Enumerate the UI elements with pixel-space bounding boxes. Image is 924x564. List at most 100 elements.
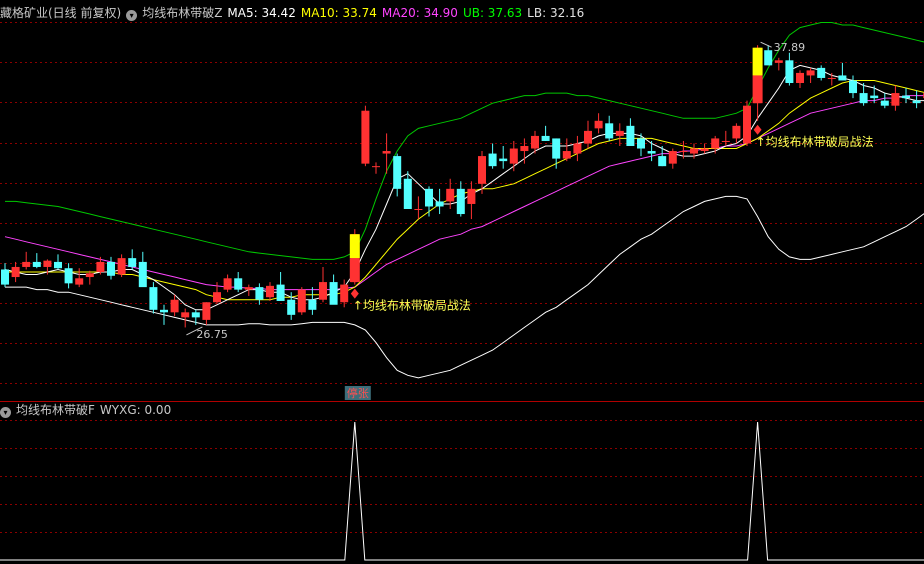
signal-bar-bottom [752, 75, 763, 104]
candle [435, 188, 444, 215]
candle [552, 138, 561, 169]
candle [647, 140, 656, 162]
dropdown-icon[interactable]: ▾ [126, 10, 138, 21]
candle [96, 256, 105, 275]
candle [276, 272, 285, 301]
low-price-label: 26.75 [196, 328, 228, 341]
candle [308, 287, 317, 315]
wyxg-value: WYXG: 0.00 [99, 403, 172, 417]
candle [573, 135, 582, 162]
main-header: 藏格矿业(日线 前复权) ▾ 均线布林带破Z MA5: 34.42 MA10: 33.7… [0, 4, 589, 22]
candle [32, 253, 41, 269]
candle [11, 261, 20, 283]
candle [774, 57, 783, 71]
candle [456, 181, 465, 217]
ub-value: UB: 37.63 [462, 6, 523, 20]
candle [372, 162, 380, 174]
limit-badge-text: 停张 [347, 386, 369, 400]
candle [902, 88, 910, 104]
candle [382, 133, 391, 174]
candle [732, 123, 741, 144]
candle [849, 75, 857, 99]
sub-panel-grid [0, 420, 924, 533]
candle [223, 274, 232, 293]
dropdown-icon[interactable]: ▾ [0, 407, 11, 418]
candle [160, 304, 168, 325]
candle [1, 263, 9, 288]
signal-label: ↑均线布林带破局战法 [353, 298, 471, 313]
candle [266, 282, 274, 301]
candle [478, 151, 486, 194]
candle [594, 113, 603, 134]
candle [149, 282, 158, 314]
signal-marker [753, 124, 762, 135]
candle [743, 100, 751, 146]
candle [85, 270, 94, 285]
candle [319, 266, 327, 303]
candle [711, 135, 720, 154]
candle [54, 254, 62, 270]
signal-bar-bottom [349, 258, 360, 283]
annotations: ↑均线布林带破局战法 ↑均线布林带破局战法 26.75 37.89 停张 [186, 41, 874, 400]
candle [584, 120, 592, 149]
wyxg-line [0, 421, 924, 561]
candle [541, 125, 550, 141]
candle [806, 67, 815, 83]
candles [1, 45, 924, 328]
candle [658, 146, 667, 167]
signal-bar-top [349, 234, 360, 259]
candle [75, 268, 84, 288]
high-price-label: 37.89 [774, 41, 806, 54]
candle [626, 118, 635, 146]
candle [509, 140, 518, 172]
high-pointer [760, 41, 772, 48]
candle [181, 308, 190, 328]
candle [520, 138, 529, 164]
candle [605, 115, 614, 141]
ma20-value: MA20: 34.90 [381, 6, 458, 20]
candle [202, 302, 211, 325]
wyxg-panel [0, 421, 924, 561]
candle [764, 45, 773, 66]
lb-value: LB: 32.16 [527, 6, 585, 20]
candle [244, 284, 253, 296]
candle [107, 256, 115, 280]
signal-marker [350, 288, 359, 299]
candle [785, 52, 794, 86]
candle [891, 85, 900, 111]
candle [234, 272, 243, 293]
sub-indicator-name[interactable]: 均线布林带破F [16, 403, 95, 417]
ma10-value: MA10: 33.74 [300, 6, 377, 20]
candle [817, 65, 826, 81]
candle [128, 249, 137, 270]
signal-bar-top [752, 47, 763, 76]
chart-canvas: ↑均线布林带破局战法 ↑均线布林带破局战法 26.75 37.89 停张 [0, 22, 924, 561]
candle [393, 153, 402, 197]
candle [562, 138, 571, 162]
candle [827, 72, 836, 86]
candle [838, 62, 847, 81]
candle [499, 146, 508, 169]
candle [117, 254, 126, 278]
stock-title: 藏格矿业(日线 前复权) [0, 6, 122, 20]
candle [615, 123, 624, 146]
candle [912, 90, 921, 109]
indicator-name[interactable]: 均线布林带破Z [142, 6, 222, 20]
candle [329, 274, 338, 305]
candle [488, 143, 497, 169]
candle [637, 133, 645, 157]
candle [255, 283, 264, 305]
candle [22, 251, 31, 270]
candle [668, 148, 677, 169]
candle [425, 186, 433, 217]
candle [64, 263, 73, 289]
candle [721, 130, 730, 146]
signal-label: ↑均线布林带破局战法 [756, 134, 874, 149]
candle [297, 287, 306, 315]
sub-header: ▾ 均线布林带破F WYXG: 0.00 [0, 401, 176, 419]
candle [796, 70, 804, 89]
candle [880, 93, 889, 109]
candle [467, 181, 476, 220]
candle [138, 251, 147, 288]
ma5-value: MA5: 34.42 [227, 6, 296, 20]
